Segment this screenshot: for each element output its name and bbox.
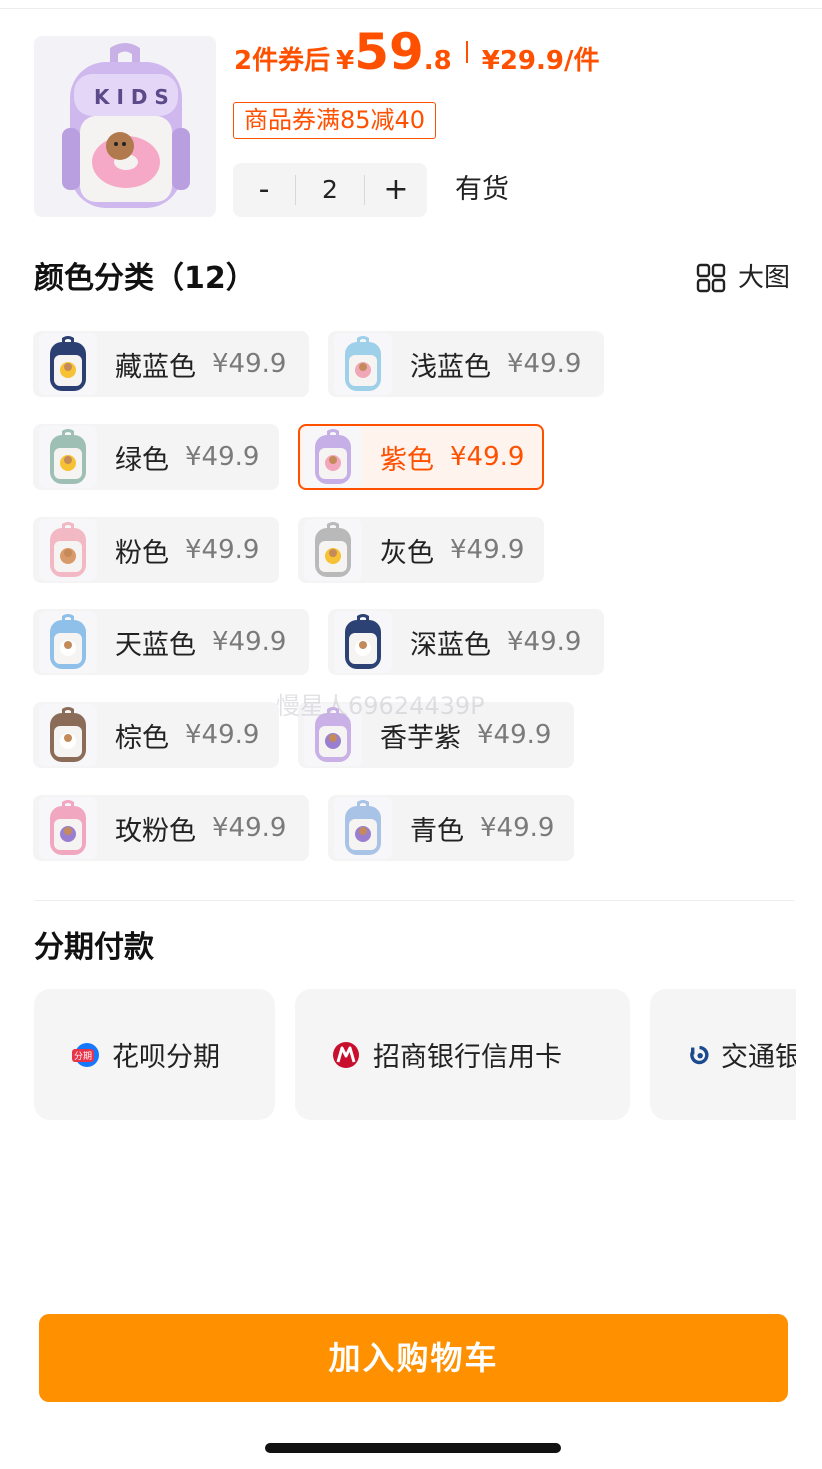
- svg-text:分期: 分期: [74, 1051, 92, 1062]
- color-option[interactable]: 灰色 ¥49.9: [298, 517, 544, 583]
- color-price: ¥49.9: [507, 349, 582, 379]
- installment-list: 分期 花呗分期 招商银行信用卡 交通银行信用卡: [34, 989, 796, 1122]
- quantity-stepper: - 2 +: [233, 163, 427, 217]
- color-name: 灰色: [380, 537, 434, 569]
- decrease-button[interactable]: -: [233, 163, 295, 217]
- color-price: ¥49.9: [185, 535, 260, 565]
- section-divider: [34, 900, 794, 901]
- color-price: ¥49.9: [480, 813, 555, 843]
- color-name: 深蓝色: [410, 629, 491, 661]
- color-price: ¥49.9: [450, 535, 525, 565]
- color-option[interactable]: 浅蓝色 ¥49.9: [328, 331, 604, 397]
- big-view-toggle[interactable]: 大图: [696, 258, 790, 298]
- color-thumbnail: [39, 797, 97, 859]
- color-option[interactable]: 玫粉色 ¥49.9: [33, 795, 309, 861]
- cmb-bank-icon: [333, 1041, 359, 1068]
- color-price: ¥49.9: [212, 627, 287, 657]
- color-price: ¥49.9: [477, 720, 552, 750]
- color-option[interactable]: 粉色 ¥49.9: [33, 517, 279, 583]
- color-name: 玫粉色: [115, 815, 196, 847]
- watermark: 慢星人69624439P: [276, 692, 485, 720]
- color-price: ¥49.9: [212, 813, 287, 843]
- color-option[interactable]: 绿色 ¥49.9: [33, 424, 279, 490]
- unit-price: ¥29.9/件: [481, 46, 600, 76]
- color-name: 粉色: [115, 537, 169, 569]
- price-separator: [465, 41, 468, 63]
- color-option[interactable]: 青色 ¥49.9: [328, 795, 574, 861]
- installment-label: 招商银行信用卡: [373, 1042, 562, 1073]
- top-divider: [0, 8, 822, 9]
- color-thumbnail: [334, 333, 392, 395]
- coupon-badge[interactable]: 商品券满85减40: [233, 102, 437, 139]
- color-name: 绿色: [115, 444, 169, 476]
- increase-button[interactable]: +: [365, 163, 427, 217]
- currency-symbol: ¥: [336, 46, 355, 76]
- bocom-bank-icon: [690, 1045, 709, 1064]
- color-option[interactable]: 天蓝色 ¥49.9: [33, 609, 309, 675]
- color-thumbnail: [39, 333, 97, 395]
- color-thumbnail: [39, 426, 97, 488]
- svg-text:K I D S: K I D S: [94, 85, 169, 109]
- color-name: 香芋紫: [380, 722, 461, 754]
- installment-option-huabei[interactable]: 分期 花呗分期: [34, 989, 275, 1120]
- huabei-icon: 分期: [72, 1042, 99, 1067]
- installment-title: 分期付款: [34, 930, 154, 965]
- color-option[interactable]: 藏蓝色 ¥49.9: [33, 331, 309, 397]
- color-thumbnail: [304, 519, 362, 581]
- color-thumbnail: [39, 611, 97, 673]
- color-price: ¥49.9: [507, 627, 582, 657]
- installment-option-cmb[interactable]: 招商银行信用卡: [295, 989, 630, 1120]
- installment-label: 花呗分期: [112, 1042, 220, 1073]
- color-name: 紫色: [380, 444, 434, 476]
- color-thumbnail: [39, 519, 97, 581]
- color-thumbnail: [334, 797, 392, 859]
- color-price: ¥49.9: [212, 349, 287, 379]
- big-view-label: 大图: [738, 263, 791, 293]
- grid-icon: [696, 263, 726, 293]
- color-name: 天蓝色: [115, 629, 196, 661]
- home-indicator: [265, 1443, 561, 1453]
- stock-status: 有货: [455, 174, 509, 205]
- color-price: ¥49.9: [185, 720, 260, 750]
- price-line: 2件券后 ¥ 59 .8 ¥29.9/件: [234, 22, 600, 82]
- color-thumbnail: [304, 426, 362, 488]
- color-name: 棕色: [115, 722, 169, 754]
- installment-option-bocom[interactable]: 交通银行信用卡: [650, 989, 796, 1120]
- color-thumbnail: [39, 704, 97, 766]
- price-decimal: .8: [423, 46, 452, 76]
- price-integer: 59: [354, 23, 424, 81]
- color-option[interactable]: 深蓝色 ¥49.9: [328, 609, 604, 675]
- color-price: ¥49.9: [450, 442, 525, 472]
- color-thumbnail: [334, 611, 392, 673]
- price-prefix: 2件券后: [234, 46, 331, 76]
- quantity-value[interactable]: 2: [295, 175, 365, 205]
- color-name: 浅蓝色: [410, 351, 491, 383]
- color-section-title: 颜色分类（12）: [34, 261, 256, 296]
- installment-label: 交通银行信用卡: [721, 1042, 796, 1073]
- color-name: 藏蓝色: [115, 351, 196, 383]
- add-to-cart-button[interactable]: 加入购物车: [39, 1314, 788, 1402]
- color-price: ¥49.9: [185, 442, 260, 472]
- product-image[interactable]: K I D S: [34, 36, 216, 217]
- color-option[interactable]: 棕色 ¥49.9: [33, 702, 279, 768]
- color-option[interactable]: 紫色 ¥49.9: [298, 424, 544, 490]
- color-name: 青色: [410, 815, 464, 847]
